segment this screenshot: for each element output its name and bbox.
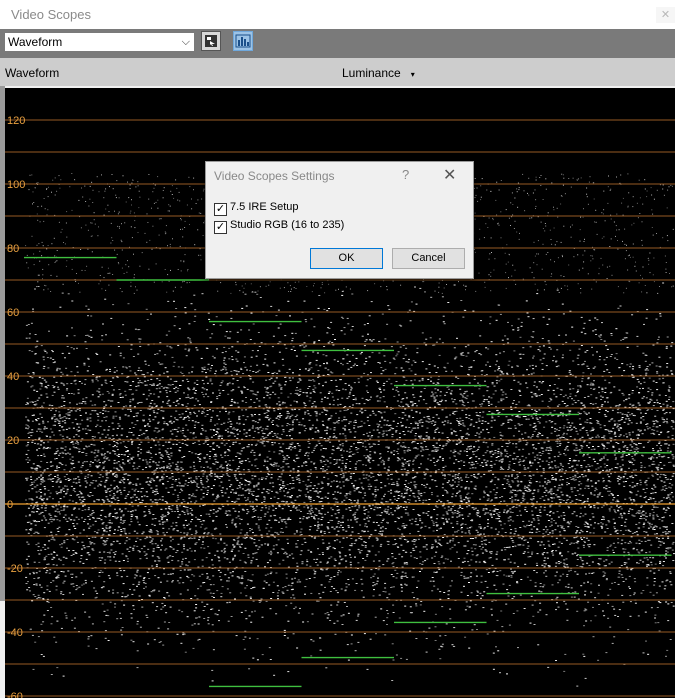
y-axis-label: 20 [7, 435, 19, 447]
scope-mode-label: Waveform [5, 66, 60, 80]
dialog-close-icon[interactable]: ✕ [443, 165, 456, 185]
cancel-button[interactable]: Cancel [392, 248, 465, 269]
scope-type-dropdown[interactable]: Waveform ⌵ [4, 32, 195, 52]
channel-value: Luminance [342, 66, 401, 80]
checkbox-box[interactable]: ✓ [214, 203, 227, 216]
studio-rgb-checkbox[interactable]: ✓ Studio RGB (16 to 235) [214, 219, 344, 234]
window-close-icon[interactable]: ✕ [656, 7, 675, 23]
window-title: Video Scopes [11, 7, 91, 22]
ok-button[interactable]: OK [310, 248, 383, 269]
settings-histogram-icon [235, 34, 251, 48]
y-axis-label: 60 [7, 307, 19, 319]
ire-setup-checkbox[interactable]: ✓ 7.5 IRE Setup [214, 201, 299, 216]
scope-options-icon [205, 35, 217, 47]
y-axis-label: -60 [7, 691, 23, 698]
y-axis-label: -20 [7, 563, 23, 575]
checkbox-box[interactable]: ✓ [214, 221, 227, 234]
dialog-title: Video Scopes Settings [214, 169, 335, 183]
scope-type-value: Waveform [8, 35, 63, 49]
y-axis-label: -40 [7, 627, 23, 639]
studio-rgb-label: Studio RGB (16 to 235) [230, 219, 345, 231]
scope-header: Waveform Luminance ▾ [0, 58, 675, 86]
y-axis-label: 0 [7, 499, 13, 511]
channel-dropdown[interactable]: Luminance ▾ [342, 66, 415, 80]
y-axis-label: 40 [7, 371, 19, 383]
caret-down-icon: ▾ [410, 70, 415, 79]
help-icon[interactable]: ? [402, 167, 409, 182]
window-titlebar: Video Scopes ✕ [0, 0, 675, 29]
chevron-down-icon: ⌵ [181, 36, 190, 48]
ire-setup-label: 7.5 IRE Setup [230, 201, 299, 213]
settings-button[interactable] [233, 31, 253, 51]
y-axis-label: 120 [7, 115, 25, 127]
settings-dialog: Video Scopes Settings ? ✕ ✓ 7.5 IRE Setup… [205, 161, 474, 279]
y-axis-label: 80 [7, 243, 19, 255]
toolbar: Waveform ⌵ [0, 29, 675, 58]
scope-options-button[interactable] [201, 31, 221, 51]
y-axis-label: 100 [7, 179, 25, 191]
